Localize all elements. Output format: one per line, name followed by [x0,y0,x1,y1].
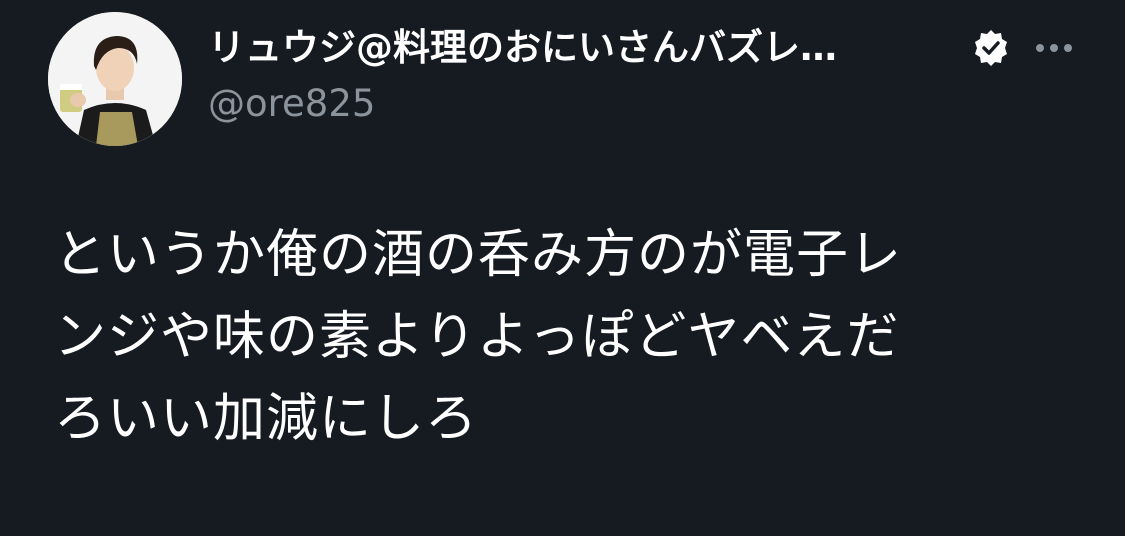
tweet-card: リュウジ@料理のおにいさんバズレ… @ore825 というか俺の酒の呑み方のが電… [0,0,1125,536]
tweet-text-line: ろいい加減にしろ [54,389,479,449]
verified-badge-icon [970,27,1012,69]
tweet-text-line: ンジや味の素よりよっぽどヤベえだ [54,307,900,367]
tweet-text-line: というか俺の酒の呑み方のが電子レ [54,225,903,285]
more-options-button[interactable] [1026,30,1082,66]
more-horizontal-icon [1036,44,1072,52]
tweet-text: というか俺の酒の呑み方のが電子レ ンジや味の素よりよっぽどヤベえだ ろいい加減に… [54,214,1074,460]
author-display-name[interactable]: リュウジ@料理のおにいさんバズレ… [208,24,837,72]
avatar-image [48,12,182,146]
author-handle[interactable]: @ore825 [208,80,375,128]
avatar[interactable] [48,12,182,146]
author-row: リュウジ@料理のおにいさんバズレ… [208,24,1108,72]
